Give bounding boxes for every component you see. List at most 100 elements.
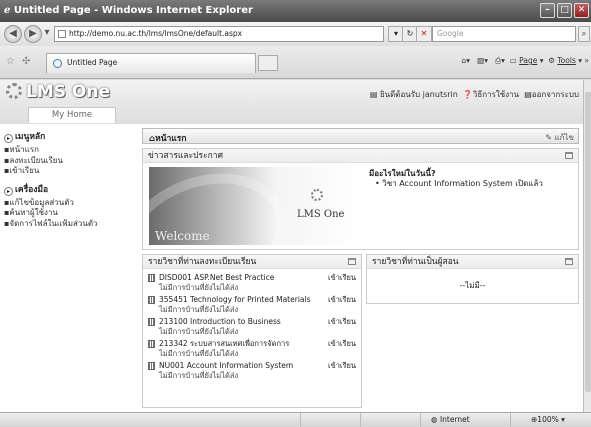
add-favorites-icon[interactable]: ✣ (22, 56, 30, 67)
logo-mark-icon (311, 189, 323, 201)
enter-class-link[interactable]: เข้าเรียน (328, 273, 356, 283)
sidebar-item-enter-class[interactable]: ▪เข้าเรียน (4, 166, 138, 177)
course-list: DISD001 ASP.Net Best Practice ไม่มีการบ้า… (143, 269, 361, 383)
news-panel: ข่าวสารและประกาศ LMS One Welcome มีอะไรใ… (142, 148, 579, 250)
back-button[interactable]: ◀ (4, 25, 22, 43)
tab-label: Untitled Page (67, 58, 118, 67)
page-title: ⌂หน้าแรก (149, 134, 187, 144)
news-panel-header: ข่าวสารและประกาศ (143, 149, 578, 163)
sidebar-item-home[interactable]: ▪หน้าแรก (4, 145, 138, 156)
course-row: DISD001 ASP.Net Best Practice ไม่มีการบ้า… (143, 273, 361, 295)
site-header: LMS One My Home ▤ ยินดีต้อนรับ janutsrin… (0, 80, 583, 124)
zoom-control[interactable]: ⊕100% ▾ (510, 413, 591, 427)
wrench-icon: ✎ (545, 133, 552, 142)
book-icon (148, 340, 155, 348)
course-row: 355451 Technology for Printed Materials ไ… (143, 295, 361, 317)
enrolled-panel-header: รายวิชาที่ท่านลงทะเบียนเรียน (143, 255, 361, 269)
minimize-button[interactable]: – (540, 3, 555, 18)
course-status: ไม่มีการบ้านที่ยังไม่ได้ส่ง (159, 304, 239, 314)
page-scrollbar[interactable] (583, 80, 591, 412)
close-button[interactable]: ✕ (574, 3, 589, 18)
web-page: LMS One My Home ▤ ยินดีต้อนรับ janutsrin… (0, 80, 583, 412)
logout-icon: ▤ (524, 90, 532, 99)
help-link[interactable]: วิธีการใช้งาน (473, 90, 519, 99)
news-list: มีอะไรใหม่ในวันนี้? • วิชา Account Infor… (369, 169, 543, 189)
search-input[interactable]: Google (432, 26, 576, 42)
page-menu[interactable]: ▭ Page ▾ (510, 56, 544, 65)
enter-class-link[interactable]: เข้าเรียน (328, 317, 356, 327)
search-icon[interactable]: ⌕ (578, 26, 590, 42)
help-icon: ❓ (462, 90, 473, 99)
news-question: มีอะไรใหม่ในวันนี้? (369, 169, 436, 178)
enter-class-link[interactable]: เข้าเรียน (328, 339, 356, 349)
gear-icon (6, 83, 22, 99)
expand-icon[interactable]: ▸ (4, 186, 13, 196)
course-row: 213100 Introduction to Business ไม่มีการบ… (143, 317, 361, 339)
course-status: ไม่มีการบ้านที่ยังไม่ได้ส่ง (159, 282, 239, 292)
book-icon (148, 296, 155, 304)
zone-indicator: ◍ Internet (420, 413, 510, 427)
minimize-icon[interactable] (565, 152, 573, 159)
book-icon (148, 362, 155, 370)
new-tab-button[interactable] (258, 55, 278, 71)
window-title: Untitled Page - Windows Internet Explore… (13, 5, 253, 16)
home-icon[interactable]: ⌂▾ (461, 56, 470, 65)
sidebar-main-heading: ▸ เมนูหลัก (4, 129, 138, 143)
page-title-bar: ⌂หน้าแรก ✎ แก้ไข (142, 128, 579, 144)
tab-toolbar: ☆ ✣ Untitled Page ⌂▾ ▧▾ ⎙▾ ▭ Page ▾ ⚙ To… (0, 46, 591, 79)
title-bar: ℯ Untitled Page - Windows Internet Explo… (0, 0, 591, 22)
status-bar: ◍ Internet ⊕100% ▾ (0, 412, 591, 427)
command-bar: ⌂▾ ▧▾ ⎙▾ ▭ Page ▾ ⚙ Tools ▾ » (461, 56, 589, 65)
minimize-icon[interactable] (565, 258, 573, 265)
address-toolbar: ◀ ▶ ▾ http://demo.nu.ac.th/lms/lmsOne/de… (0, 22, 591, 46)
favorites-star-icon[interactable]: ☆ (6, 56, 15, 67)
stop-button[interactable]: ✕ (416, 26, 432, 42)
enrolled-courses-panel: รายวิชาที่ท่านลงทะเบียนเรียน DISD001 ASP… (142, 254, 362, 408)
address-text: http://demo.nu.ac.th/lms/lmsOne/default.… (69, 29, 243, 38)
feeds-icon[interactable]: ▧▾ (477, 56, 488, 65)
sidebar-tools-heading: ▸ เครื่องมือ (4, 182, 138, 196)
book-icon (148, 318, 155, 326)
tools-menu[interactable]: ⚙ Tools ▾ (548, 56, 582, 65)
minimize-icon[interactable] (348, 258, 356, 265)
teaching-panel-header: รายวิชาที่ท่านเป็นผู้สอน (367, 255, 578, 269)
enter-class-link[interactable]: เข้าเรียน (328, 361, 356, 371)
ie-logo-icon: ℯ (4, 5, 14, 16)
history-dropdown[interactable]: ▾ (42, 25, 52, 43)
expand-icon[interactable]: ▸ (4, 134, 13, 143)
banner-brand: LMS One (297, 209, 345, 220)
sidebar-item-register[interactable]: ▪ลงทะเบียนเรียน (4, 156, 138, 167)
forward-button[interactable]: ▶ (24, 25, 42, 43)
teaching-empty: --ไม่มี-- (459, 281, 486, 290)
teaching-courses-panel: รายวิชาที่ท่านเป็นผู้สอน --ไม่มี-- (366, 254, 579, 304)
sidebar-item-edit-profile[interactable]: ▪แก้ไขข้อมูลส่วนตัว (4, 198, 138, 209)
course-row: NU001 Account Information System ไม่มีการ… (143, 361, 361, 383)
tab-untitled-page[interactable]: Untitled Page (46, 53, 256, 73)
tab-my-home[interactable]: My Home (28, 107, 116, 123)
edit-link[interactable]: ✎ แก้ไข (545, 131, 574, 144)
course-status: ไม่มีการบ้านที่ยังไม่ได้ส่ง (159, 370, 239, 380)
banner-welcome: Welcome (155, 229, 210, 243)
course-status: ไม่มีการบ้านที่ยังไม่ได้ส่ง (159, 348, 239, 358)
maximize-button[interactable]: □ (557, 3, 572, 18)
enter-class-link[interactable]: เข้าเรียน (328, 295, 356, 305)
print-icon[interactable]: ⎙▾ (495, 56, 505, 65)
sidebar-item-manage-files[interactable]: ▪จัดการไฟล์ในแฟ้มส่วนตัว (4, 219, 138, 230)
welcome-banner: LMS One Welcome (149, 167, 359, 245)
sidebar: ▸ เมนูหลัก ▪หน้าแรก ▪ลงทะเบียนเรียน ▪เข้า… (0, 124, 138, 412)
logout-link[interactable]: ออกจากระบบ (532, 90, 579, 99)
news-item[interactable]: • วิชา Account Information System เปิดแล… (369, 179, 543, 189)
page-icon (58, 30, 66, 38)
course-row: 213342 ระบบสารสนเทศเพื่อการจัดการ ไม่มีกา… (143, 339, 361, 361)
address-bar[interactable]: http://demo.nu.ac.th/lms/lmsOne/default.… (54, 26, 384, 42)
site-logo[interactable]: LMS One (6, 82, 110, 102)
book-icon (148, 274, 155, 282)
welcome-text: ยินดีต้อนรับ janutsrin (379, 90, 458, 99)
globe-icon: ◍ (431, 415, 438, 424)
user-icon: ▤ (369, 90, 378, 99)
sidebar-item-search-users[interactable]: ▪ค้นหาผู้ใช้งาน (4, 208, 138, 219)
ie-page-icon (53, 59, 62, 68)
course-status: ไม่มีการบ้านที่ยังไม่ได้ส่ง (159, 326, 239, 336)
scrollbar-thumb[interactable] (585, 92, 591, 392)
user-links: ▤ ยินดีต้อนรับ janutsrin ❓วิธีการใช้งาน … (370, 88, 579, 101)
